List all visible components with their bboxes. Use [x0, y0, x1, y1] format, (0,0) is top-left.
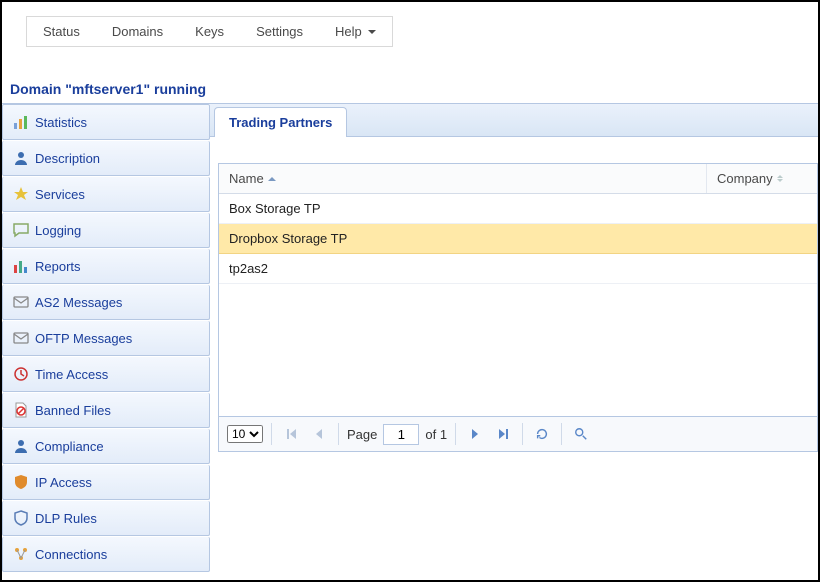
- sidebar-item-time-access[interactable]: Time Access: [2, 357, 210, 392]
- person-icon: [13, 150, 29, 166]
- menu-label: Keys: [195, 24, 224, 39]
- sidebar-item-label: Reports: [35, 259, 81, 274]
- menu-status[interactable]: Status: [27, 17, 96, 46]
- sidebar-item-oftp-messages[interactable]: OFTP Messages: [2, 321, 210, 356]
- tab-label: Trading Partners: [229, 115, 332, 130]
- sidebar-item-label: Time Access: [35, 367, 108, 382]
- shield-icon: [13, 474, 29, 490]
- sidebar: Statistics Description Services Logging …: [2, 104, 210, 573]
- tab-trading-partners[interactable]: Trading Partners: [214, 107, 347, 137]
- shield-rules-icon: [13, 510, 29, 526]
- sidebar-item-label: Statistics: [35, 115, 87, 130]
- sidebar-item-dlp-rules[interactable]: DLP Rules: [2, 501, 210, 536]
- menu-label: Help: [335, 24, 362, 39]
- menu-label: Settings: [256, 24, 303, 39]
- sidebar-item-label: OFTP Messages: [35, 331, 132, 346]
- app-frame: Status Domains Keys Settings Help Domain…: [0, 0, 820, 582]
- divider: [522, 423, 523, 445]
- sort-asc-icon: [268, 177, 276, 181]
- divider: [338, 423, 339, 445]
- clock-icon: [13, 366, 29, 382]
- menu-keys[interactable]: Keys: [179, 17, 240, 46]
- first-page-button[interactable]: [280, 423, 302, 445]
- chevron-down-icon: [368, 30, 376, 34]
- column-label: Name: [229, 171, 264, 186]
- table-row[interactable]: Dropbox Storage TP: [219, 224, 817, 254]
- sidebar-item-label: Connections: [35, 547, 107, 562]
- next-page-button[interactable]: [464, 423, 486, 445]
- sidebar-item-banned-files[interactable]: Banned Files: [2, 393, 210, 428]
- links-icon: [13, 546, 29, 562]
- main-panel: Trading Partners Name Company: [210, 104, 818, 452]
- domain-status-title: Domain "mftserver1" running: [10, 81, 818, 97]
- grid-body: Box Storage TP Dropbox Storage TP tp2as2: [219, 194, 817, 416]
- sidebar-item-as2-messages[interactable]: AS2 Messages: [2, 285, 210, 320]
- sidebar-item-reports[interactable]: Reports: [2, 249, 210, 284]
- menu-label: Domains: [112, 24, 163, 39]
- table-row[interactable]: Box Storage TP: [219, 194, 817, 224]
- column-header-name[interactable]: Name: [219, 164, 707, 193]
- sidebar-item-label: Banned Files: [35, 403, 111, 418]
- menu-help[interactable]: Help: [319, 17, 392, 46]
- divider: [271, 423, 272, 445]
- search-button[interactable]: [570, 423, 592, 445]
- sidebar-item-label: Services: [35, 187, 85, 202]
- star-icon: [13, 186, 29, 202]
- column-label: Company: [717, 171, 773, 186]
- bar-chart-icon: [13, 258, 29, 274]
- menubar: Status Domains Keys Settings Help: [26, 16, 393, 47]
- refresh-button[interactable]: [531, 423, 553, 445]
- cell-name: Box Storage TP: [219, 194, 817, 223]
- sidebar-item-label: AS2 Messages: [35, 295, 122, 310]
- table-row[interactable]: tp2as2: [219, 254, 817, 284]
- page-of-label: of 1: [425, 427, 447, 442]
- message-icon: [13, 330, 29, 346]
- divider: [561, 423, 562, 445]
- page-size-select[interactable]: 10: [227, 425, 263, 443]
- menu-domains[interactable]: Domains: [96, 17, 179, 46]
- message-icon: [13, 294, 29, 310]
- person-icon: [13, 438, 29, 454]
- content-area: Statistics Description Services Logging …: [2, 104, 818, 573]
- chart-icon: [13, 114, 29, 130]
- trading-partners-grid: Name Company Box Storage TP: [218, 163, 818, 452]
- cell-name: tp2as2: [219, 254, 817, 283]
- tab-strip: Trading Partners: [210, 104, 818, 137]
- divider: [455, 423, 456, 445]
- grid-header: Name Company: [219, 164, 817, 194]
- sidebar-item-services[interactable]: Services: [2, 177, 210, 212]
- tab-body: Name Company Box Storage TP: [210, 137, 818, 452]
- sort-icon: [777, 175, 783, 182]
- menu-settings[interactable]: Settings: [240, 17, 319, 46]
- sidebar-item-label: DLP Rules: [35, 511, 97, 526]
- sidebar-item-logging[interactable]: Logging: [2, 213, 210, 248]
- sidebar-item-label: Compliance: [35, 439, 104, 454]
- sidebar-item-label: Logging: [35, 223, 81, 238]
- sidebar-item-statistics[interactable]: Statistics: [2, 104, 210, 140]
- sidebar-item-compliance[interactable]: Compliance: [2, 429, 210, 464]
- column-header-company[interactable]: Company: [707, 164, 817, 193]
- sidebar-item-label: Description: [35, 151, 100, 166]
- menu-label: Status: [43, 24, 80, 39]
- last-page-button[interactable]: [492, 423, 514, 445]
- page-label: Page: [347, 427, 377, 442]
- sidebar-item-connections[interactable]: Connections: [2, 537, 210, 572]
- pager: 10 Page of 1: [219, 416, 817, 451]
- blocked-file-icon: [13, 402, 29, 418]
- sidebar-item-ip-access[interactable]: IP Access: [2, 465, 210, 500]
- chat-icon: [13, 222, 29, 238]
- page-input[interactable]: [383, 424, 419, 445]
- prev-page-button[interactable]: [308, 423, 330, 445]
- sidebar-item-description[interactable]: Description: [2, 141, 210, 176]
- cell-name: Dropbox Storage TP: [219, 224, 817, 253]
- sidebar-item-label: IP Access: [35, 475, 92, 490]
